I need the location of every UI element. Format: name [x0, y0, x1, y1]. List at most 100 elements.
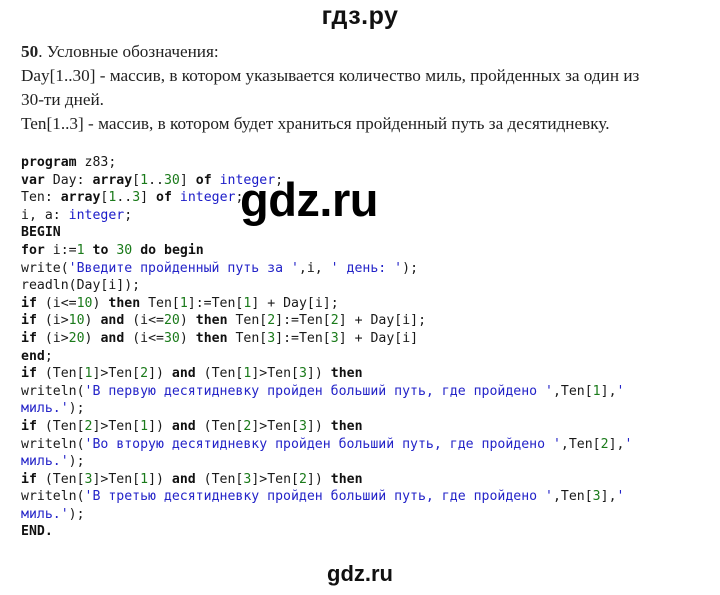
- code-number: 2: [330, 313, 339, 329]
- code-keyword: then: [330, 418, 363, 434]
- code-string: 'Во вторую десятидневку пройден больший …: [84, 436, 561, 452]
- code-text: (i>: [36, 313, 69, 329]
- code-text: ..: [116, 190, 133, 206]
- code-text: ;: [44, 348, 53, 364]
- code-text: (Ten[: [36, 471, 85, 487]
- code-keyword: and: [100, 313, 125, 329]
- code-text: ,Ten[: [560, 436, 601, 452]
- code-line: write('Введите пройденный путь за ',i, '…: [21, 260, 632, 278]
- code-number: 3: [267, 330, 276, 346]
- code-text: ] + Day[i];: [338, 313, 427, 329]
- code-text: ],: [600, 383, 617, 399]
- code-keyword: if: [21, 471, 37, 487]
- site-footer-title: gdz.ru: [327, 561, 393, 586]
- code-line: END.: [21, 523, 632, 541]
- code-text: ]>Ten[: [251, 366, 299, 382]
- code-line: if (Ten[3]>Ten[1]) and (Ten[3]>Ten[2]) t…: [21, 471, 632, 489]
- code-text: );: [68, 401, 85, 417]
- code-line: writeln('В третью десятидневку пройден б…: [21, 488, 632, 506]
- code-text: ]>Ten[: [92, 471, 141, 487]
- code-number: 3: [132, 190, 141, 206]
- code-text: ]:=Ten[: [275, 313, 331, 329]
- code-text: ]:=Ten[: [187, 295, 244, 311]
- code-keyword: var: [21, 172, 45, 188]
- code-keyword: of: [195, 172, 212, 188]
- code-number: 10: [68, 313, 85, 329]
- code-number: 3: [592, 489, 601, 505]
- code-text: );: [68, 506, 85, 522]
- code-number: 30: [163, 172, 180, 188]
- code-text: ] + Day[i];: [251, 295, 339, 311]
- code-number: 10: [76, 295, 93, 311]
- code-text: ]: [140, 190, 157, 206]
- code-text: ]): [148, 366, 172, 382]
- code-number: 1: [140, 172, 149, 188]
- code-text: ]): [148, 418, 172, 434]
- code-keyword: then: [330, 471, 363, 487]
- code-text: Ten:: [21, 190, 61, 206]
- code-text: ,i,: [298, 260, 331, 276]
- code-line: writeln('В первую десятидневку пройден б…: [21, 383, 632, 401]
- code-text: (i<=: [124, 330, 164, 346]
- code-text: Ten[: [227, 313, 268, 329]
- code-text: i, a:: [21, 207, 69, 223]
- code-keyword: and: [171, 471, 196, 487]
- day-array-description-2: 30-ти дней.: [21, 90, 104, 109]
- code-line: end;: [21, 348, 632, 366]
- code-text: (Ten[: [195, 418, 244, 434]
- code-text: ): [179, 330, 196, 346]
- code-text: ,Ten[: [552, 489, 593, 505]
- code-keyword: array: [60, 190, 101, 206]
- code-text: ]>Ten[: [92, 418, 141, 434]
- code-number: 1: [140, 418, 149, 434]
- code-line: if (Ten[2]>Ten[1]) and (Ten[2]>Ten[3]) t…: [21, 418, 632, 436]
- code-text: writeln(: [21, 436, 85, 452]
- code-text: readln(Day[i]);: [21, 278, 141, 294]
- code-number: 2: [600, 436, 609, 452]
- task-heading: 50. Условные обозначения:: [21, 40, 711, 64]
- code-text: [: [132, 172, 141, 188]
- code-string: ': [616, 489, 625, 505]
- code-text: ): [179, 313, 196, 329]
- code-keyword: begin: [164, 242, 204, 258]
- code-text: ): [84, 330, 101, 346]
- code-number: 30: [163, 330, 180, 346]
- code-text: ]): [306, 418, 331, 434]
- code-line: if (i>10) and (i<=20) then Ten[2]:=Ten[2…: [21, 312, 632, 330]
- code-string: миль.': [21, 454, 69, 470]
- code-line: миль.');: [21, 506, 632, 524]
- code-text: ]>Ten[: [251, 418, 299, 434]
- code-keyword: and: [171, 418, 196, 434]
- code-line: if (Ten[1]>Ten[2]) and (Ten[1]>Ten[3]) t…: [21, 365, 632, 383]
- code-line: program z83;: [21, 154, 632, 172]
- code-number: 30: [116, 242, 133, 258]
- code-text: ]>Ten[: [251, 471, 299, 487]
- code-number: 2: [140, 366, 149, 382]
- code-line: BEGIN: [21, 224, 632, 242]
- code-number: 3: [330, 330, 339, 346]
- code-text: (Ten[: [195, 471, 244, 487]
- code-keyword: if: [21, 313, 37, 329]
- code-number: 1: [76, 242, 85, 258]
- code-line: for i:=1 to 30 do begin: [21, 242, 632, 260]
- code-text: ;: [124, 207, 133, 223]
- code-keyword: for: [21, 242, 45, 258]
- code-keyword: if: [21, 295, 37, 311]
- code-text: z83;: [76, 155, 117, 170]
- watermark: gdz.ru: [240, 173, 378, 226]
- site-header-title: гдз.ру: [321, 2, 399, 30]
- code-string: ': [616, 383, 625, 399]
- code-line: readln(Day[i]);: [21, 277, 632, 295]
- code-text: writeln(: [21, 489, 85, 505]
- code-text: ]:=Ten[: [275, 330, 331, 346]
- code-text: ],: [600, 489, 617, 505]
- code-line: if (i<=10) then Ten[1]:=Ten[1] + Day[i];: [21, 295, 632, 313]
- code-number: 3: [298, 418, 307, 434]
- code-text: i:=: [44, 242, 77, 258]
- code-text: (Ten[: [36, 366, 85, 382]
